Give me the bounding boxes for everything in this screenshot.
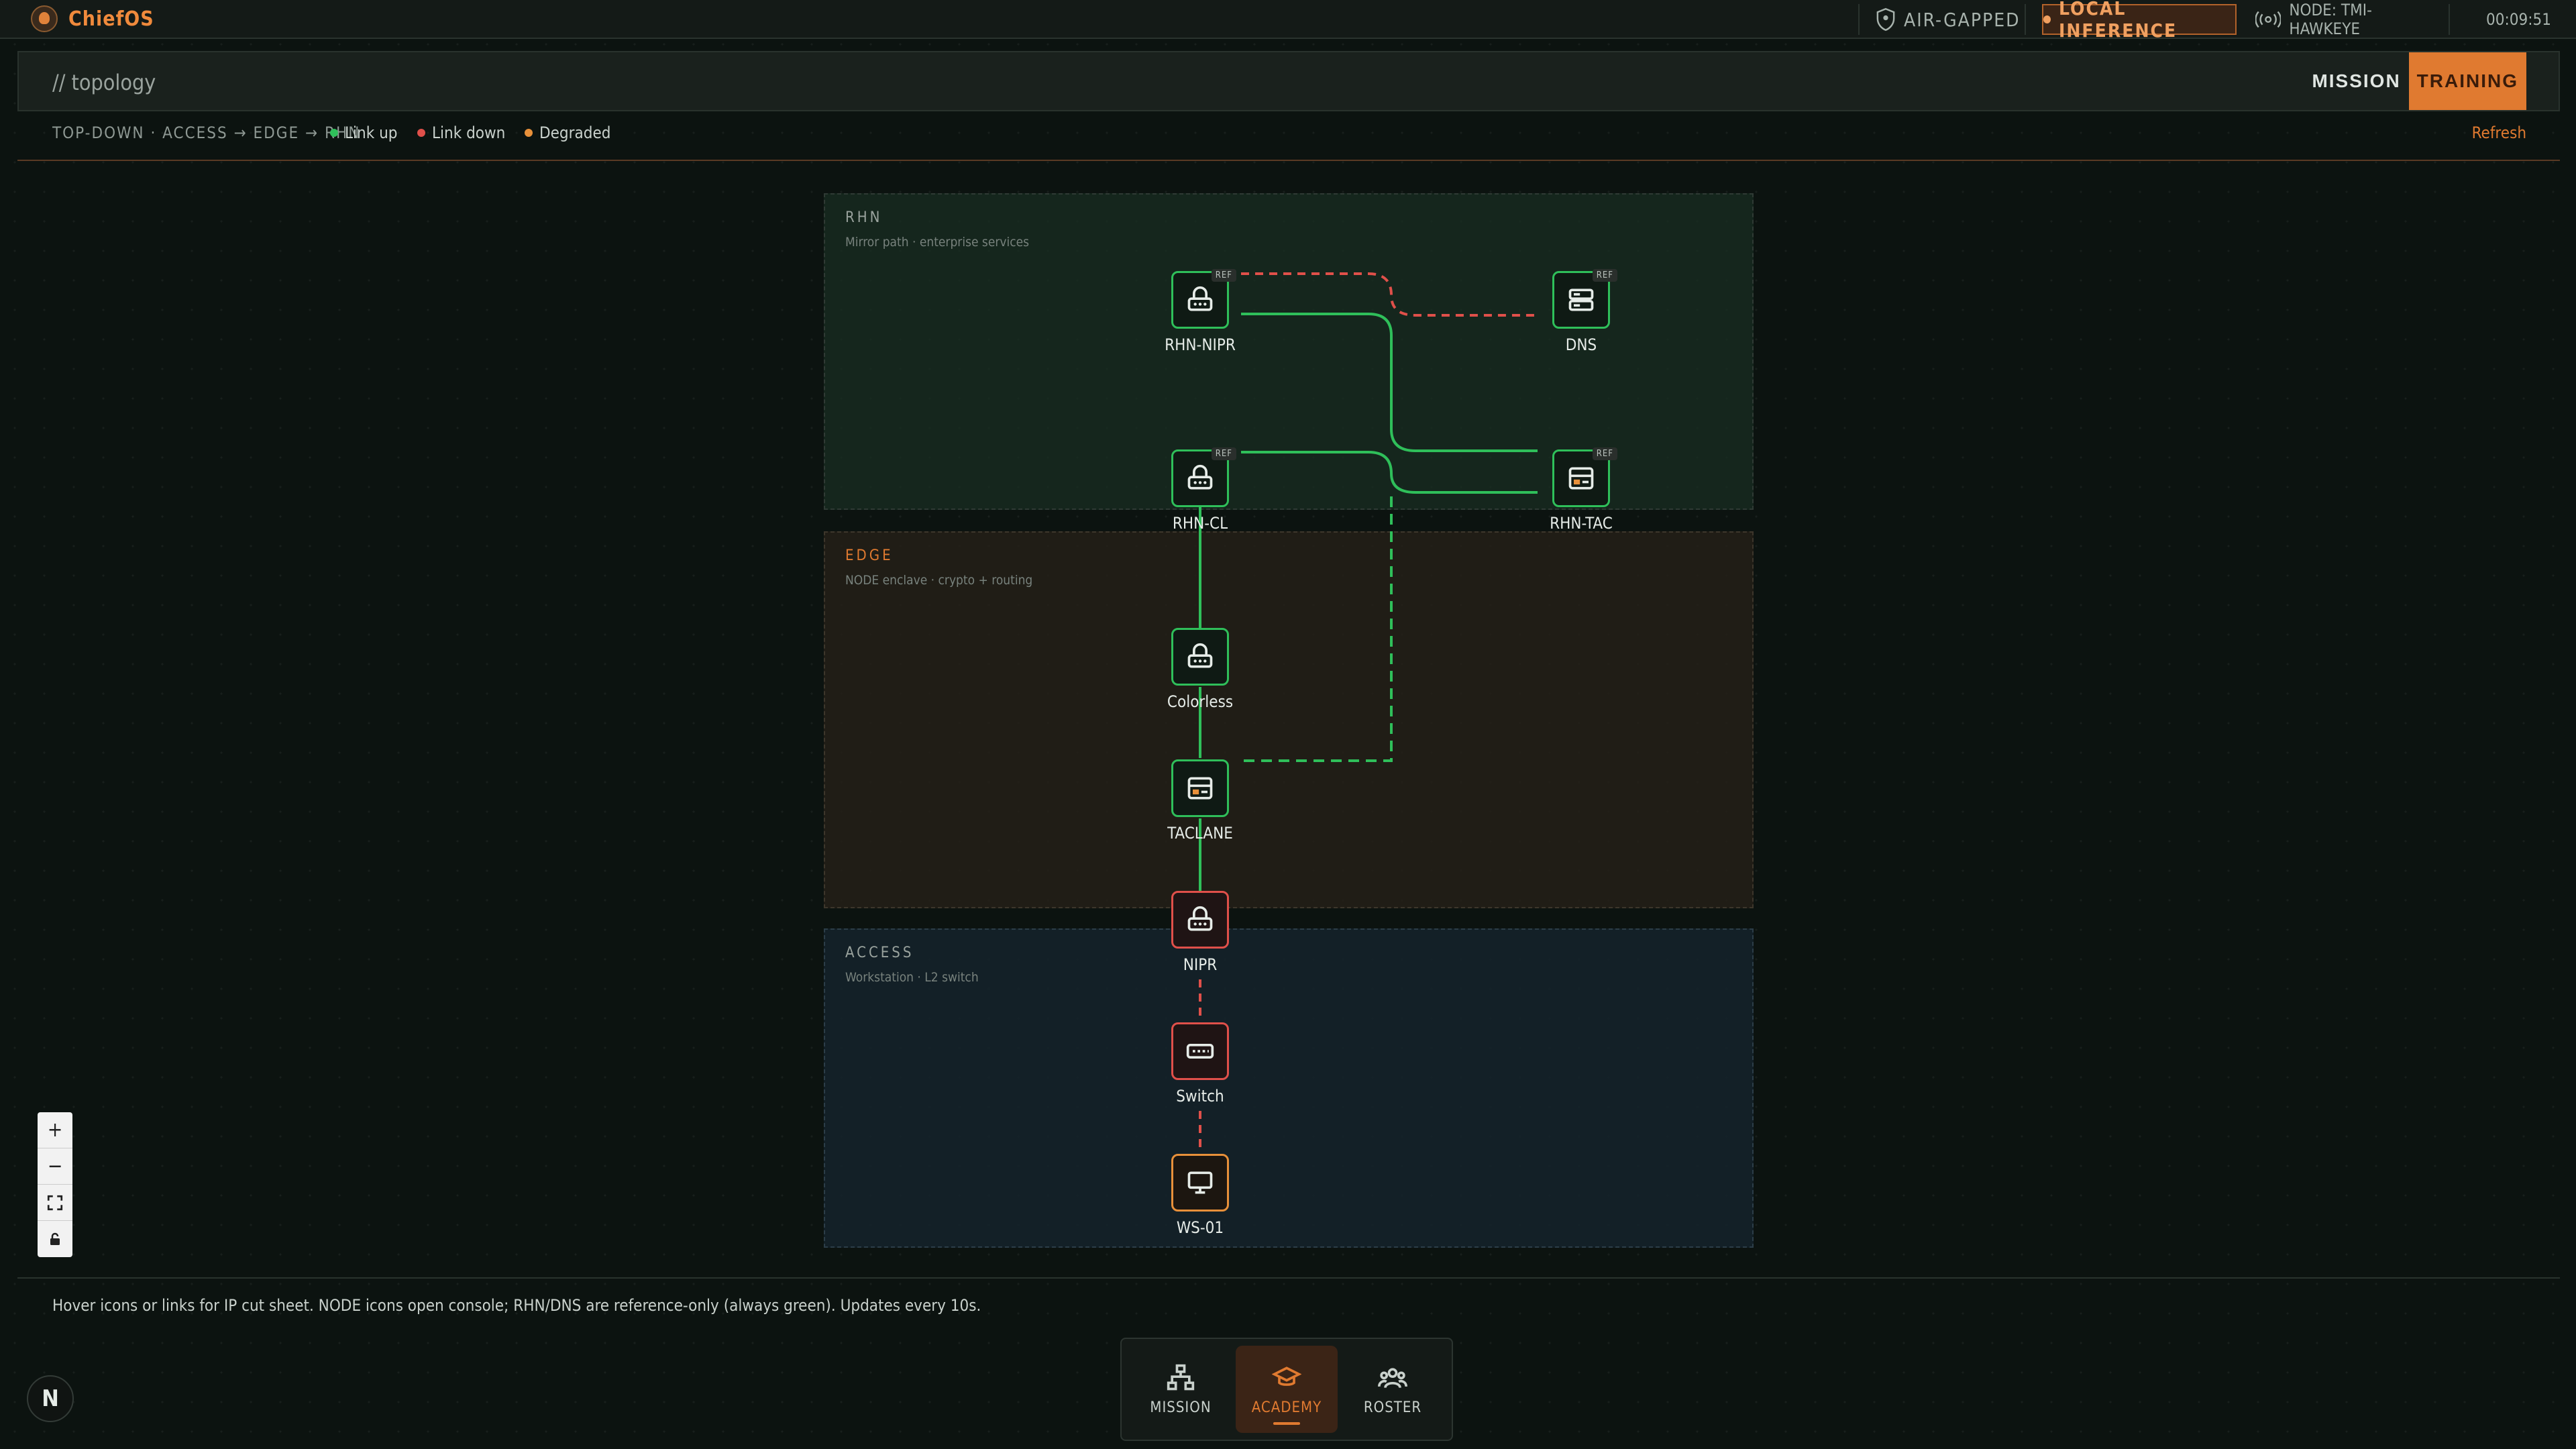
node-rhn-cl[interactable]: REF: [1171, 447, 1236, 507]
node-dns-label: DNS: [1565, 335, 1597, 354]
dock-mission-label: MISSION: [1150, 1399, 1212, 1416]
node-rhn-nipr-label: RHN-NIPR: [1165, 335, 1236, 354]
dock-academy-button[interactable]: ACADEMY: [1236, 1346, 1338, 1433]
dock-roster-label: ROSTER: [1363, 1399, 1422, 1416]
ref-badge: REF: [1211, 269, 1236, 282]
ref-badge: REF: [1592, 447, 1617, 460]
link-taclane-rhn-tac[interactable]: [1242, 496, 1393, 762]
server-icon: [1568, 288, 1594, 311]
switch-icon: [1186, 1044, 1214, 1059]
fit-view-icon: [47, 1195, 63, 1210]
fit-view-button[interactable]: [38, 1185, 72, 1221]
graduation-cap-icon: [1272, 1366, 1301, 1386]
router-icon: [1187, 286, 1213, 311]
router-icon: [1187, 464, 1213, 490]
node-switch[interactable]: [1171, 1022, 1229, 1080]
node-taclane-label: TACLANE: [1167, 824, 1233, 843]
footer-divider: [17, 1277, 2560, 1279]
node-ws01-label: WS-01: [1176, 1218, 1224, 1237]
node-rhn-tac-label: RHN-TAC: [1550, 514, 1613, 533]
dock-academy-label: ACADEMY: [1251, 1399, 1322, 1416]
link-rhn-nipr-dns[interactable]: [1241, 272, 1538, 317]
zoom-out-button[interactable]: −: [38, 1148, 72, 1185]
monitor-icon: [1187, 1171, 1213, 1194]
node-rhn-tac[interactable]: REF: [1552, 447, 1617, 507]
network-icon: [1167, 1364, 1195, 1390]
zoom-controls: + −: [38, 1112, 72, 1257]
zoom-in-button[interactable]: +: [38, 1112, 72, 1148]
node-dns[interactable]: REF: [1552, 269, 1617, 329]
node-rhn-cl-label: RHN-CL: [1172, 514, 1228, 533]
people-icon: [1378, 1367, 1407, 1388]
app-badge[interactable]: N: [27, 1375, 74, 1422]
node-colorless[interactable]: [1171, 628, 1229, 686]
lock-icon: [50, 1232, 60, 1245]
ref-badge: REF: [1211, 447, 1236, 460]
link-rhn-cl-rhn-tac[interactable]: [1241, 451, 1538, 494]
lock-button[interactable]: [38, 1221, 72, 1257]
topology-links: [1199, 272, 1538, 1152]
bottom-dock: MISSION ACADEMY ROSTER: [1120, 1338, 1453, 1441]
dock-mission-button[interactable]: MISSION: [1130, 1346, 1232, 1433]
link-rhn-nipr-rhn-tac[interactable]: [1241, 313, 1538, 452]
ref-badge: REF: [1592, 269, 1617, 282]
node-rhn-nipr[interactable]: REF: [1171, 269, 1236, 329]
router-icon: [1187, 643, 1213, 668]
node-colorless-label: Colorless: [1167, 692, 1234, 711]
node-switch-label: Switch: [1176, 1087, 1224, 1106]
dock-roster-button[interactable]: ROSTER: [1342, 1346, 1444, 1433]
node-ws01[interactable]: [1171, 1154, 1229, 1212]
crypto-icon: [1187, 777, 1213, 800]
footer-note: Hover icons or links for IP cut sheet. N…: [52, 1296, 981, 1315]
node-nipr-label: NIPR: [1183, 955, 1218, 974]
crypto-icon: [1568, 467, 1594, 490]
node-nipr[interactable]: [1171, 891, 1229, 949]
node-taclane[interactable]: [1171, 759, 1229, 817]
router-icon: [1187, 906, 1213, 931]
